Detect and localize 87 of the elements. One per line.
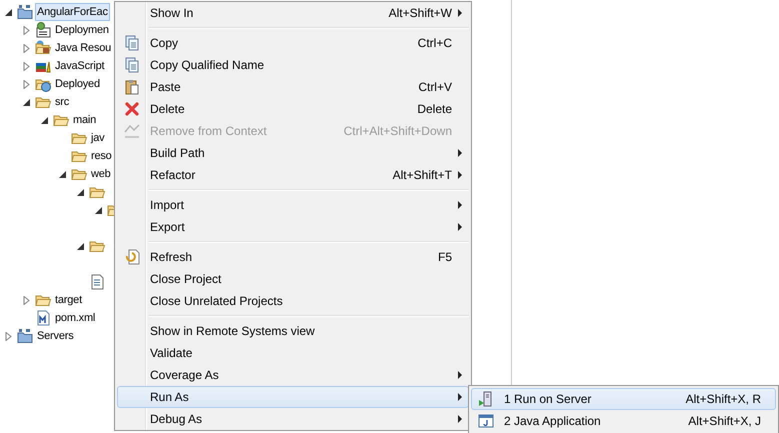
tree-item[interactable]: Servers — [35, 327, 76, 345]
collapse-arrow-icon[interactable] — [76, 242, 85, 250]
expand-arrow-icon[interactable] — [22, 80, 31, 88]
menu-label: Refresh — [149, 250, 194, 264]
menu-label: Build Path — [149, 146, 206, 160]
menu-label: Close Unrelated Projects — [149, 294, 284, 308]
tree-item[interactable]: src — [53, 93, 72, 111]
expand-arrow-icon[interactable] — [4, 332, 13, 340]
tree-item[interactable]: reso — [89, 147, 114, 165]
menu-label: Coverage As — [149, 368, 220, 382]
tree-item[interactable]: pom.xml — [53, 309, 98, 327]
paste-icon — [124, 79, 140, 95]
menu-item[interactable]: Delete Delete — [117, 98, 469, 120]
copy-icon — [124, 57, 140, 73]
menu-label: Remove from Context — [149, 124, 268, 138]
menu-label: Export — [149, 220, 186, 234]
shortcut-text: Ctrl+C — [418, 36, 453, 50]
shortcut-text: Alt+Shift+X, R — [686, 392, 762, 406]
maven-icon — [35, 310, 51, 326]
menu-label: Copy — [149, 36, 180, 50]
menu-item[interactable]: Import — [117, 194, 469, 216]
menu-item[interactable]: Validate — [117, 342, 469, 364]
menu-item[interactable]: Copy Qualified Name — [117, 54, 469, 76]
menu-item[interactable]: Paste Ctrl+V — [117, 76, 469, 98]
menu-item[interactable]: Refresh F5 — [117, 246, 469, 268]
shortcut-text: F5 — [438, 250, 453, 264]
copy-icon — [124, 35, 140, 51]
menu-item[interactable]: Build Path — [117, 142, 469, 164]
shortcut-text: Delete — [417, 102, 453, 116]
menu-item[interactable]: Export — [117, 216, 469, 238]
tree-item[interactable]: Deployed — [53, 75, 102, 93]
file-icon — [89, 274, 105, 290]
expand-arrow-icon[interactable] — [22, 44, 31, 52]
shortcut-text: Alt+Shift+W — [388, 6, 453, 20]
menu-item[interactable]: Coverage As — [117, 364, 469, 386]
collapse-arrow-icon[interactable] — [22, 98, 31, 106]
tree-item[interactable]: main — [71, 111, 98, 129]
menu-label: 2 Java Application — [503, 414, 602, 428]
tree-item[interactable]: target — [53, 291, 84, 309]
menu-label: Show in Remote Systems view — [149, 324, 316, 338]
menu-label: Copy Qualified Name — [149, 58, 266, 72]
menu-label: Validate — [149, 346, 194, 360]
menu-label: Show In — [149, 6, 194, 20]
tree-item[interactable]: jav — [89, 129, 106, 147]
menu-item[interactable]: Close Unrelated Projects — [117, 290, 469, 312]
server-icon — [478, 391, 494, 407]
menu-label: Refactor — [149, 168, 196, 182]
menu-label: Debug As — [149, 412, 204, 426]
menu-item[interactable]: Debug As — [117, 408, 469, 430]
collapse-arrow-icon[interactable] — [40, 116, 49, 124]
expand-arrow-icon[interactable] — [22, 26, 31, 34]
tree-item[interactable]: Deploymen — [53, 21, 111, 39]
collapse-arrow-icon[interactable] — [58, 170, 67, 178]
shortcut-text: Ctrl+Alt+Shift+Down — [344, 124, 453, 138]
menu-item[interactable]: Close Project — [117, 268, 469, 290]
shortcut-text: Alt+Shift+X, J — [688, 414, 762, 428]
menu-item[interactable]: Show In Alt+Shift+W — [117, 2, 469, 24]
collapse-arrow-icon[interactable] — [76, 188, 85, 196]
menu-label: Paste — [149, 80, 182, 94]
tree-item[interactable]: Java Resou — [53, 39, 114, 57]
shortcut-text: Alt+Shift+T — [392, 168, 453, 182]
remove-icon — [124, 123, 140, 139]
menu-item[interactable]: Run As — [117, 386, 469, 408]
collapse-arrow-icon[interactable] — [4, 8, 13, 16]
refresh-icon — [124, 249, 140, 265]
delete-icon — [124, 101, 140, 117]
menu-label: Import — [149, 198, 186, 212]
app-icon — [478, 413, 494, 429]
menu-item[interactable]: 2 Java Application Alt+Shift+X, J — [471, 410, 776, 432]
menu-label: 1 Run on Server — [503, 392, 592, 406]
expand-arrow-icon[interactable] — [22, 62, 31, 70]
collapse-arrow-icon[interactable] — [94, 206, 103, 214]
project-icon — [17, 4, 33, 20]
shortcut-text: Ctrl+V — [418, 80, 453, 94]
descriptor-icon — [35, 22, 51, 38]
menu-item[interactable]: Refactor Alt+Shift+T — [117, 164, 469, 186]
menu-item[interactable]: 1 Run on Server Alt+Shift+X, R — [471, 388, 776, 410]
expand-arrow-icon[interactable] — [22, 296, 31, 304]
menu-label: Close Project — [149, 272, 222, 286]
menu-item[interactable]: Show in Remote Systems view — [117, 320, 469, 342]
tree-item[interactable]: JavaScript — [53, 57, 106, 75]
menu-label: Delete — [149, 102, 186, 116]
project-icon — [17, 328, 33, 344]
tree-item[interactable]: AngularForEac — [35, 3, 110, 21]
menu-label: Run As — [149, 390, 190, 404]
menu-item[interactable]: Copy Ctrl+C — [117, 32, 469, 54]
tree-item[interactable]: web — [89, 165, 113, 183]
